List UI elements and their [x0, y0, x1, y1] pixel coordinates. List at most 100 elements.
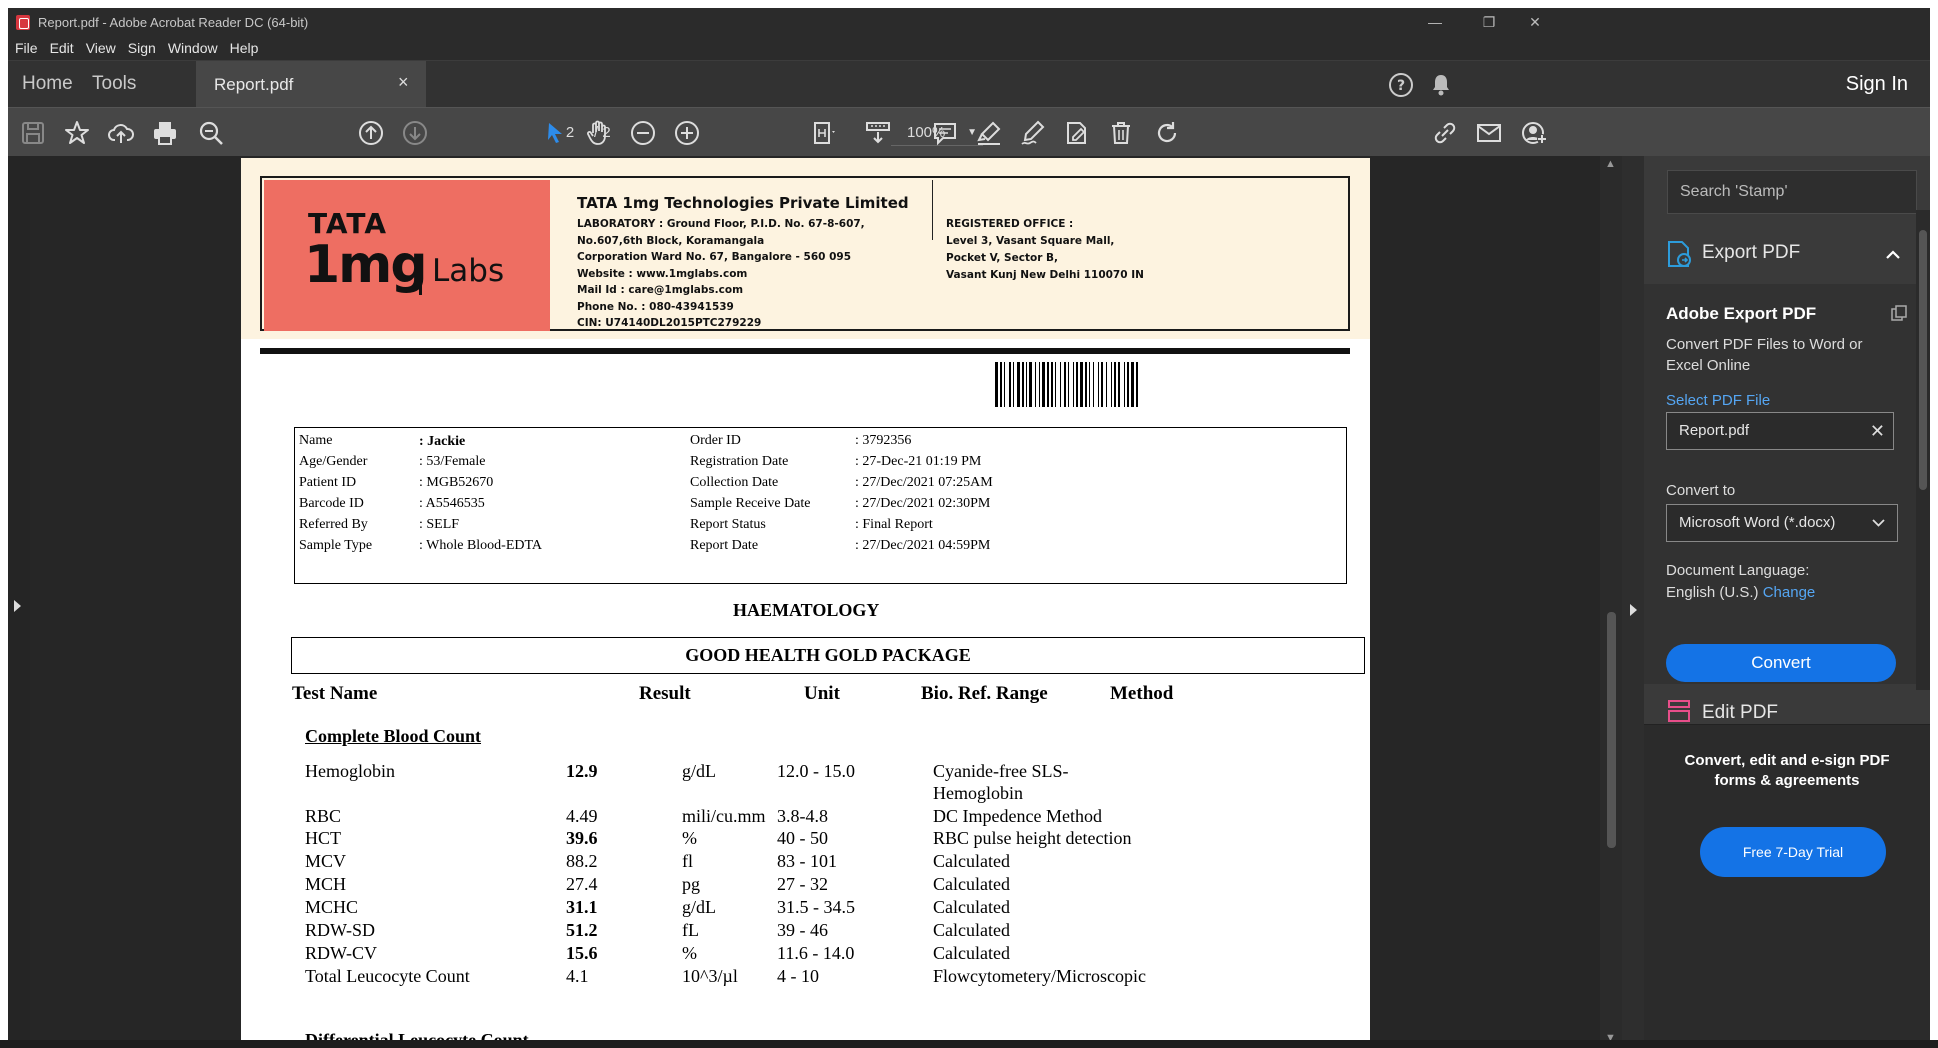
test-result: 88.2: [566, 851, 598, 871]
convert-format-select[interactable]: Microsoft Word (*.docx): [1666, 504, 1898, 542]
barcode-bar: [1093, 362, 1094, 407]
test-method: Calculated: [933, 897, 1010, 917]
barcode-bar: [1131, 362, 1134, 407]
comment-icon[interactable]: [930, 118, 960, 148]
lab-address-line: Phone No. : 080-43941539: [577, 300, 734, 313]
bookmark-star-icon[interactable]: [62, 118, 92, 148]
help-icon[interactable]: ?: [1388, 72, 1414, 98]
convert-to-label: Convert to: [1666, 482, 1736, 499]
test-ref-range: 31.5 - 34.5: [777, 897, 855, 917]
tab-document[interactable]: Report.pdf ×: [196, 61, 426, 108]
package-title: GOOD HEALTH GOLD PACKAGE: [291, 637, 1365, 674]
viewer-scrollbar[interactable]: ▲ ▼: [1600, 156, 1622, 1048]
add-user-icon[interactable]: [1520, 118, 1550, 148]
zoom-in-icon[interactable]: [672, 118, 702, 148]
barcode-bar: [1013, 362, 1014, 407]
share-link-icon[interactable]: [1430, 118, 1460, 148]
panel-scroll-thumb[interactable]: [1919, 230, 1927, 490]
find-zoom-icon[interactable]: [196, 118, 226, 148]
barcode-bar: [1064, 362, 1066, 407]
expand-left-pane-icon[interactable]: [14, 600, 21, 612]
document-tab-label: Report.pdf: [214, 74, 294, 94]
delete-icon[interactable]: [1106, 118, 1136, 148]
select-pdf-file-link[interactable]: Select PDF File: [1666, 392, 1770, 409]
scroll-mode-icon[interactable]: [863, 118, 893, 148]
header-rule: [260, 348, 1350, 354]
upload-cloud-icon[interactable]: [106, 118, 136, 148]
convert-format-value: Microsoft Word (*.docx): [1679, 514, 1836, 531]
svg-text:?: ?: [1397, 78, 1405, 94]
fill-sign-icon[interactable]: [1062, 118, 1092, 148]
test-result: 51.2: [566, 920, 598, 940]
export-pdf-header[interactable]: Export PDF: [1644, 224, 1930, 284]
scroll-up-icon[interactable]: ▲: [1605, 158, 1616, 170]
edit-pdf-header[interactable]: Edit PDF: [1644, 684, 1930, 724]
viewer-scroll-thumb[interactable]: [1607, 612, 1616, 848]
print-icon[interactable]: [150, 118, 180, 148]
test-method: Flowcytometery/Microscopic: [933, 966, 1146, 986]
selected-file-field[interactable]: Report.pdf ✕: [1666, 412, 1894, 450]
test-result: 4.49: [566, 806, 598, 826]
column-method: Method: [1110, 683, 1174, 704]
collapse-right-pane-icon[interactable]: [1630, 604, 1637, 616]
hand-icon[interactable]: [584, 118, 614, 148]
free-trial-button[interactable]: Free 7-Day Trial: [1700, 827, 1886, 877]
next-page-icon[interactable]: [400, 118, 430, 148]
test-method: Hemoglobin: [933, 783, 1023, 803]
restore-button[interactable]: ❐: [1466, 8, 1512, 36]
test-method: Calculated: [933, 920, 1010, 940]
column-test-name: Test Name: [292, 683, 378, 704]
sign-icon[interactable]: [1018, 118, 1048, 148]
barcode-bar: [1000, 362, 1002, 407]
sign-in-link[interactable]: Sign In: [1846, 73, 1908, 96]
email-icon[interactable]: [1474, 118, 1504, 148]
test-ref-range: 27 - 32: [777, 874, 828, 894]
test-unit: %: [682, 828, 697, 848]
barcode-bar: [1055, 362, 1056, 407]
document-language-label: Document Language:: [1666, 562, 1810, 579]
export-pdf-body: Adobe Export PDF Convert PDF Files to Wo…: [1644, 284, 1930, 684]
menu-view[interactable]: View: [86, 40, 116, 56]
close-tab-button[interactable]: ×: [398, 72, 409, 93]
minimize-button[interactable]: —: [1412, 8, 1458, 36]
rotate-icon[interactable]: [1152, 118, 1182, 148]
left-nav-rail[interactable]: [8, 156, 30, 1048]
highlight-icon[interactable]: [974, 118, 1004, 148]
menu-edit[interactable]: Edit: [50, 40, 74, 56]
lab-address-line: Corporation Ward No. 67, Bangalore - 560…: [577, 251, 852, 263]
close-window-button[interactable]: ✕: [1512, 8, 1558, 36]
tab-tools[interactable]: Tools: [92, 61, 136, 107]
panel-scrollbar[interactable]: [1916, 210, 1930, 690]
barcode-bar: [1111, 362, 1112, 407]
barcode-bar: [1114, 362, 1116, 407]
test-method: Calculated: [933, 874, 1010, 894]
promo-box: Convert, edit and e-sign PDF forms & agr…: [1644, 724, 1930, 1048]
tab-home[interactable]: Home: [22, 61, 73, 107]
menu-window[interactable]: Window: [168, 40, 218, 56]
barcode-bar: [1080, 362, 1083, 407]
chevron-down-icon: [1872, 519, 1885, 527]
cutoff-subheading: Differential Leucocyte Count: [305, 1030, 529, 1040]
menu-help[interactable]: Help: [230, 40, 259, 56]
save-icon[interactable]: [18, 118, 48, 148]
barcode-bar: [1060, 362, 1061, 407]
zoom-out-icon[interactable]: [628, 118, 658, 148]
change-language-link[interactable]: Change: [1763, 584, 1816, 601]
clear-file-icon[interactable]: ✕: [1870, 413, 1885, 449]
fit-page-icon[interactable]: [808, 118, 838, 148]
selected-file-name: Report.pdf: [1679, 422, 1750, 439]
barcode-bar: [1026, 362, 1027, 407]
test-unit: 10^3/µl: [682, 966, 738, 986]
select-cursor-icon[interactable]: [540, 118, 570, 148]
right-pane-toggle[interactable]: [1622, 156, 1644, 1048]
chevron-up-icon[interactable]: [1886, 250, 1900, 259]
tools-search-input[interactable]: Search 'Stamp': [1667, 170, 1917, 214]
convert-button[interactable]: Convert: [1666, 644, 1896, 682]
info-icon[interactable]: [1890, 304, 1908, 322]
menu-file[interactable]: File: [15, 40, 38, 56]
barcode-bar: [1068, 362, 1069, 407]
notifications-bell-icon[interactable]: [1428, 72, 1454, 98]
prev-page-icon[interactable]: [356, 118, 386, 148]
info-label: Report Date: [690, 538, 759, 553]
menu-sign[interactable]: Sign: [128, 40, 156, 56]
